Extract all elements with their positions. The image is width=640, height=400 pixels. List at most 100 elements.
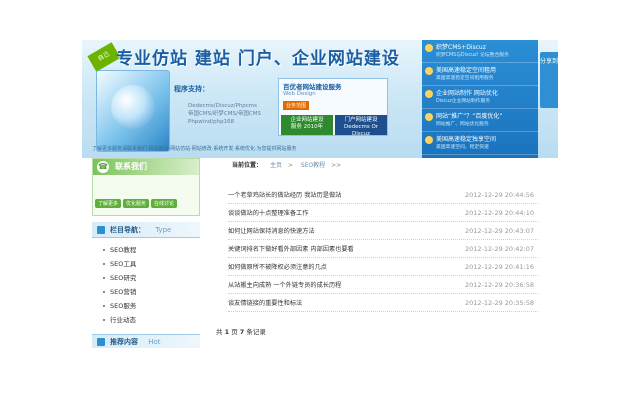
article-list: 一个老草鸡站长的做站经历 我站历是做站 2012-12-29 20:44:56 … <box>216 186 544 312</box>
service-subtitle: Web Design <box>283 91 316 97</box>
enterprise-site-button[interactable]: 企业网站建设 服务 2010年 <box>281 115 333 135</box>
news-title: 企业网站制作 网站优化 <box>436 90 498 97</box>
page: 自己 专业仿站 建站 门户、企业网站建设 程序支持： Dedecms/Discu… <box>82 40 558 348</box>
online-discussion-button[interactable]: 在线讨论 <box>151 199 178 208</box>
site-banner: 自己 专业仿站 建站 门户、企业网站建设 程序支持： Dedecms/Discu… <box>82 40 558 158</box>
article-row: 谈友情链接的重要性和标法 2012-12-29 20:35:58 <box>228 294 538 312</box>
article-link[interactable]: 关键词排名下做好看外部因素 内部因素也要看 <box>228 246 354 253</box>
contact-icon: ☎ <box>97 161 109 173</box>
nav-item-industry-news[interactable]: 行业动态 <box>92 313 200 327</box>
pager-record-count: 7 <box>239 328 245 336</box>
news-subtitle: 美国高速空间，稳定快速 <box>436 145 489 150</box>
article-date: 2012-12-29 20:41:16 <box>464 263 534 271</box>
article-link[interactable]: 如何做原所不被降权必须注意的几点 <box>228 264 327 271</box>
list-icon <box>97 226 105 234</box>
pager-prefix: 共 <box>216 328 223 336</box>
service-title: 百优者网站建设服务 <box>283 83 342 91</box>
software-box-image <box>96 70 170 152</box>
contact-buttons: 了解更多 优化服务 在线讨论 <box>95 199 178 208</box>
nav-item-seo-marketing[interactable]: SEO营销 <box>92 285 200 299</box>
enterprise-site-button-sub: 服务 2010年 <box>290 124 324 130</box>
news-title: 美国高速稳定独享空间 <box>436 136 497 143</box>
news-item[interactable]: 美国高速稳定独享空间 美国高速空间，稳定快速 <box>422 132 538 155</box>
breadcrumb-category-link[interactable]: SEO教程 <box>301 162 325 169</box>
news-bullet-icon <box>425 113 433 121</box>
article-date: 2012-12-29 20:43:07 <box>464 227 534 235</box>
enterprise-site-button-label: 企业网站建设 <box>290 117 324 123</box>
article-row: 一个老草鸡站长的做站经历 我站历是做站 2012-12-29 20:44:56 <box>228 186 538 204</box>
category-nav: 栏目导航： Type SEO教程 SEO工具 SEO研究 SEO营销 SEO服务… <box>92 222 200 334</box>
news-bullet-icon <box>425 67 433 75</box>
news-subtitle: Discuz企业网站制作服务 <box>436 99 491 104</box>
article-link[interactable]: 谈谈做站的十点整理准备工作 <box>228 210 308 217</box>
article-link[interactable]: 谈友情链接的重要性和标法 <box>228 300 302 307</box>
category-nav-title-en: Type <box>155 226 172 234</box>
pager-mid: 页 <box>231 328 238 336</box>
article-row: 如何让网站保持消息的快速方法 2012-12-29 20:43:07 <box>228 222 538 240</box>
article-row: 从站搬主向成熟 一个外链专员的成长历程 2012-12-29 20:36:58 <box>228 276 538 294</box>
article-date: 2012-12-29 20:44:56 <box>464 191 534 199</box>
portal-site-button[interactable]: 门户网站建设 Dedecms Or Discuz <box>335 115 387 137</box>
article-row: 如何做原所不被降权必须注意的几点 2012-12-29 20:41:16 <box>228 258 538 276</box>
portal-site-button-sub: Dedecms Or Discuz <box>343 124 379 137</box>
article-date: 2012-12-29 20:44:10 <box>464 209 534 217</box>
news-item[interactable]: 织梦CMS+Discuz 织梦CMS与Discuz! 论坛整合服务 <box>422 40 538 63</box>
breadcrumb-separator: > <box>287 162 293 169</box>
list-icon <box>97 338 105 346</box>
category-nav-title: 栏目导航： <box>110 226 145 234</box>
optimize-service-button[interactable]: 优化服务 <box>123 199 150 208</box>
pager-page-count: 1 <box>224 328 230 336</box>
news-bullet-icon <box>425 44 433 52</box>
news-item[interactable]: 网站“推广”？“百度优化” 网站推广、网站优化服务 <box>422 109 538 132</box>
sidebar: ☎ 联系我们 了解更多 优化服务 在线讨论 栏目导航： Type SEO教程 S… <box>92 158 200 348</box>
breadcrumb-arrow: >> <box>331 162 342 169</box>
article-date: 2012-12-29 20:36:58 <box>464 281 534 289</box>
article-link[interactable]: 如何让网站保持消息的快速方法 <box>228 228 315 235</box>
contact-strip: 了解更多服务请联系我们·网站建设·网站仿站·网站修改·系统开发·系统优化·为您提… <box>92 146 297 152</box>
article-link[interactable]: 一个老草鸡站长的做站经历 我站历是做站 <box>228 192 341 199</box>
category-nav-header: 栏目导航： Type <box>92 222 200 238</box>
news-subtitle: 美国高速稳定空间租用服务 <box>436 76 494 81</box>
main-content: 当前位置： 主页 > SEO教程 >> 一个老草鸡站长的做站经历 我站历是做站 … <box>216 158 544 348</box>
pager-suffix: 条记录 <box>246 328 266 336</box>
contact-header: ☎ 联系我们 <box>93 159 199 175</box>
nav-item-seo-service[interactable]: SEO服务 <box>92 299 200 313</box>
breadcrumb: 当前位置： 主页 > SEO教程 >> <box>216 158 544 174</box>
article-link[interactable]: 从站搬主向成熟 一个外链专员的成长历程 <box>228 282 341 289</box>
support-label: 程序支持： <box>174 85 209 93</box>
learn-more-button[interactable]: 了解更多 <box>95 199 122 208</box>
recommended-title-en: Hot <box>148 338 161 346</box>
support-text: Dedecms/Discuz/Phpcms 帝国CMS/织梦CMS/帝国CMS … <box>188 103 261 125</box>
nav-item-seo-tools[interactable]: SEO工具 <box>92 257 200 271</box>
breadcrumb-home-link[interactable]: 主页 <box>270 162 282 169</box>
news-panel: 织梦CMS+Discuz 织梦CMS与Discuz! 论坛整合服务 美国高速稳定… <box>422 40 538 158</box>
news-bullet-icon <box>425 136 433 144</box>
recommended-header: 推荐内容 Hot <box>92 334 200 348</box>
program-support: 程序支持： Dedecms/Discuz/Phpcms 帝国CMS/织梦CMS/… <box>174 84 264 126</box>
windows-logo-icon <box>111 85 155 129</box>
nav-item-seo-research[interactable]: SEO研究 <box>92 271 200 285</box>
portal-site-button-label: 门户网站建设 <box>344 117 378 123</box>
contact-box: ☎ 联系我们 了解更多 优化服务 在线讨论 <box>92 158 200 216</box>
news-bullet-icon <box>425 90 433 98</box>
article-row: 关键词排名下做好看外部因素 内部因素也要看 2012-12-29 20:42:0… <box>228 240 538 258</box>
pagination-summary: 共 1 页 7 条记录 <box>216 326 266 336</box>
service-tag: 业务范围 <box>283 101 310 110</box>
banner-title: 专业仿站 建站 门户、企业网站建设 <box>116 49 400 69</box>
news-item[interactable]: 企业网站制作 网站优化 Discuz企业网站制作服务 <box>422 86 538 109</box>
news-item[interactable]: 美国高速稳定空间租用 美国高速稳定空间租用服务 <box>422 63 538 86</box>
recommended-title: 推荐内容 <box>110 338 138 346</box>
news-title: 美国高速稳定空间租用 <box>436 67 497 74</box>
service-panel: 百优者网站建设服务 Web Design 业务范围 企业网站建设 服务 2010… <box>278 78 388 137</box>
nav-item-seo-tutorial[interactable]: SEO教程 <box>92 243 200 257</box>
category-nav-list: SEO教程 SEO工具 SEO研究 SEO营销 SEO服务 行业动态 <box>92 238 200 327</box>
contact-title: 联系我们 <box>115 162 147 171</box>
news-title: 织梦CMS+Discuz <box>436 44 486 51</box>
share-button[interactable]: 分享到 <box>540 52 558 108</box>
breadcrumb-label: 当前位置： <box>232 162 263 169</box>
article-row: 谈谈做站的十点整理准备工作 2012-12-29 20:44:10 <box>228 204 538 222</box>
article-date: 2012-12-29 20:35:58 <box>464 299 534 307</box>
news-title: 网站“推广”？“百度优化” <box>436 113 503 120</box>
news-subtitle: 网站推广、网站优化服务 <box>436 122 489 127</box>
article-date: 2012-12-29 20:42:07 <box>464 245 534 253</box>
